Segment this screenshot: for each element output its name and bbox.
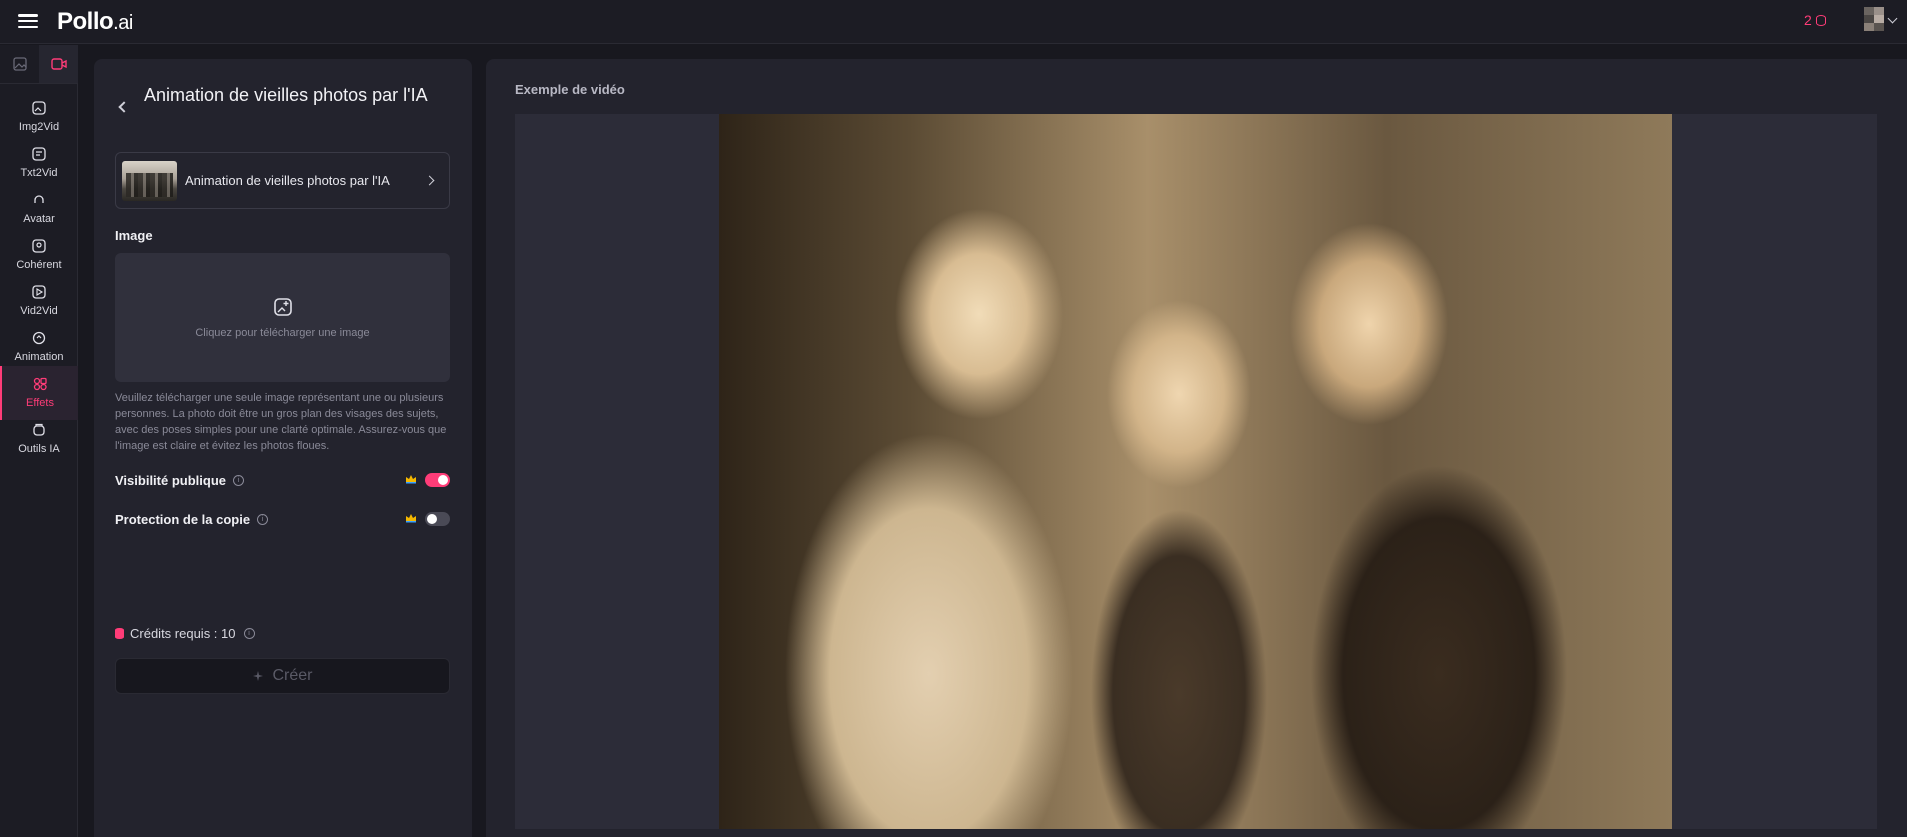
- effects-icon: [33, 377, 47, 391]
- nav-item-outils-ia[interactable]: Outils IA: [0, 412, 78, 466]
- vid2vid-icon: [32, 285, 46, 299]
- effect-selector[interactable]: Animation de vieilles photos par l'IA: [115, 152, 450, 209]
- back-icon[interactable]: [118, 101, 130, 113]
- preview-label: Exemple de vidéo: [515, 82, 625, 97]
- public-visibility-row: Visibilité publique i: [115, 470, 450, 490]
- example-video[interactable]: [515, 114, 1877, 829]
- copy-protection-label: Protection de la copie: [115, 511, 251, 527]
- video-mode-tab[interactable]: [39, 45, 78, 83]
- upload-instructions: Veuillez télécharger une seule image rep…: [115, 392, 447, 452]
- mode-toggle: [0, 45, 78, 84]
- public-visibility-toggle[interactable]: [425, 473, 450, 487]
- effect-settings-panel: Animation de vieilles photos par l'IA An…: [94, 59, 472, 837]
- info-icon[interactable]: i: [257, 513, 269, 525]
- avatar-icon: [34, 195, 44, 203]
- chevron-down-icon[interactable]: [1887, 13, 1898, 24]
- crown-icon: [406, 514, 416, 523]
- info-icon[interactable]: i: [243, 628, 255, 639]
- create-button[interactable]: Créer: [115, 658, 450, 694]
- tools-icon: [33, 423, 45, 436]
- effect-selector-label: Animation de vieilles photos par l'IA: [185, 173, 390, 188]
- logo[interactable]: Pollo.ai: [57, 8, 133, 36]
- img2vid-icon: [32, 101, 46, 115]
- image-upload-zone[interactable]: Cliquez pour télécharger une image: [115, 253, 450, 382]
- credits-icon: [115, 628, 124, 639]
- effect-thumbnail: [122, 160, 177, 201]
- example-video-frame: [719, 114, 1672, 829]
- credits-balance[interactable]: 2: [1804, 12, 1826, 28]
- page-title: Animation de vieilles photos par l'IA: [144, 85, 428, 105]
- copy-protection-row: Protection de la copie i: [115, 509, 450, 529]
- video-icon: [50, 58, 67, 70]
- animation-icon: [32, 331, 46, 345]
- info-icon[interactable]: i: [233, 474, 244, 486]
- crown-icon: [406, 475, 416, 484]
- upload-image-icon: [273, 297, 292, 316]
- public-visibility-label: Visibilité publique: [115, 472, 226, 488]
- image-mode-tab[interactable]: [0, 45, 39, 83]
- sparkle-icon: [253, 671, 264, 681]
- txt2vid-icon: [32, 147, 46, 161]
- avatar[interactable]: [1864, 7, 1884, 31]
- left-nav: Img2Vid Txt2Vid Avatar Cohérent Vid2Vid …: [0, 45, 78, 837]
- menu-icon[interactable]: [18, 12, 38, 30]
- image-icon: [12, 57, 27, 71]
- upload-hint: Cliquez pour télécharger une image: [195, 326, 370, 339]
- image-section-label: Image: [115, 228, 153, 243]
- coherent-icon: [32, 239, 46, 253]
- top-bar: Pollo.ai 2: [0, 0, 1907, 44]
- coin-icon: [1815, 14, 1826, 26]
- credits-required-label: Crédits requis : 10: [130, 626, 236, 641]
- chevron-right-icon: [424, 175, 435, 186]
- preview-panel: Exemple de vidéo: [486, 59, 1907, 837]
- credits-count: 2: [1804, 12, 1812, 28]
- credits-required: Crédits requis : 10 i: [115, 626, 255, 641]
- copy-protection-toggle[interactable]: [425, 512, 450, 526]
